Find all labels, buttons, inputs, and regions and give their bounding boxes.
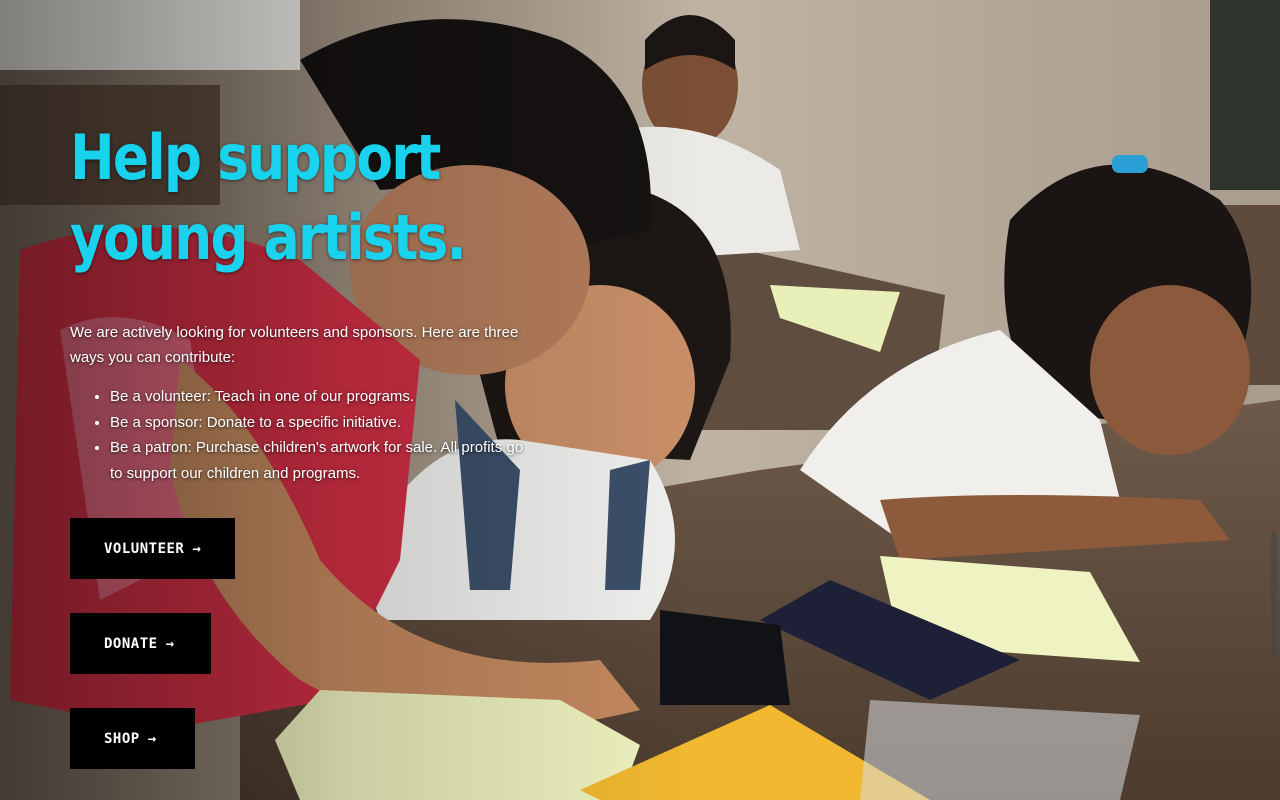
- arrow-right-icon: →: [192, 540, 202, 557]
- volunteer-button[interactable]: VOLUNTEER →: [70, 518, 235, 579]
- hero-section: Help support young artists. We are activ…: [0, 0, 1280, 800]
- contribution-list: Be a volunteer: Teach in one of our prog…: [90, 384, 530, 486]
- list-item-sponsor: Be a sponsor: Donate to a specific initi…: [110, 410, 530, 436]
- page-title: Help support young artists.: [70, 121, 467, 274]
- scrollbar-thumb[interactable]: [1271, 531, 1277, 659]
- page-scrollbar[interactable]: [1268, 0, 1280, 800]
- arrow-right-icon: →: [147, 730, 157, 747]
- shop-button-label: SHOP: [104, 730, 140, 747]
- list-item-volunteer: Be a volunteer: Teach in one of our prog…: [110, 384, 530, 410]
- donate-button-label: DONATE: [104, 635, 158, 652]
- intro-text: We are actively looking for volunteers a…: [70, 324, 519, 366]
- volunteer-button-label: VOLUNTEER: [104, 540, 185, 557]
- arrow-right-icon: →: [165, 635, 175, 652]
- donate-button[interactable]: DONATE →: [70, 613, 211, 674]
- list-item-patron: Be a patron: Purchase children's artwork…: [110, 435, 530, 486]
- shop-button[interactable]: SHOP →: [70, 708, 195, 769]
